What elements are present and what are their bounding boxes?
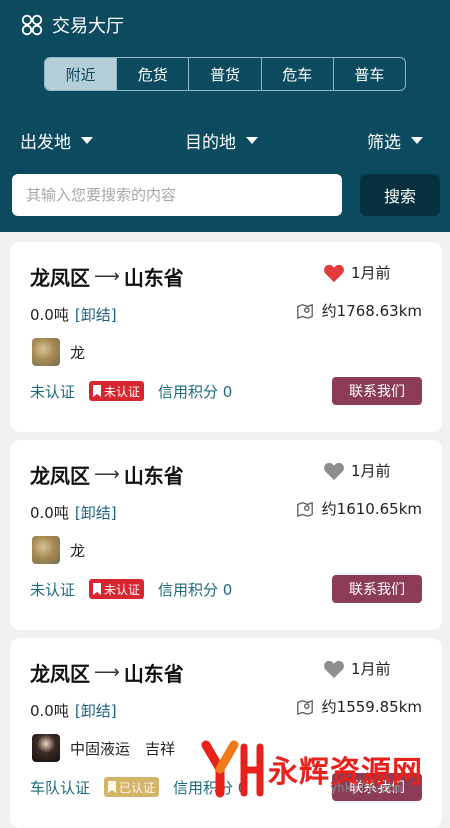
map-pin-icon (296, 501, 313, 517)
publisher: 龙 (32, 338, 85, 366)
publisher: 中固液运 吉祥 (32, 734, 175, 762)
route-to: 山东省 (123, 662, 184, 686)
auth-badge: 已认证 (104, 777, 160, 797)
favorite-time: 1月前 (323, 658, 391, 679)
bookmark-icon (93, 583, 102, 595)
route: 龙凤区 ⟶ 山东省 (30, 262, 184, 291)
route-arrow: ⟶ (94, 464, 120, 485)
card-footer: 未认证 未认证 信用积分 0 联系我们 (30, 377, 422, 405)
destination-label: 目的地 (185, 133, 236, 153)
publisher-name: 龙 (70, 343, 86, 362)
route-from: 龙凤区 (30, 464, 90, 488)
route-to: 山东省 (123, 464, 184, 488)
caret-down-icon (411, 137, 423, 144)
category-tabs: 附近 危货 普货 危车 普车 (44, 57, 406, 91)
route-arrow: ⟶ (94, 266, 120, 287)
weight-value: 0.0吨 (30, 702, 69, 720)
filter-label: 筛选 (367, 133, 401, 153)
publisher: 龙 (32, 536, 85, 564)
distance: 约1768.63km (296, 300, 422, 321)
listing-card[interactable]: 龙凤区 ⟶ 山东省 1月前 0.0吨 [卸结] 约1610.65km 龙 未认证… (10, 440, 442, 630)
avatar (32, 734, 60, 762)
page-title: 交易大厅 (52, 16, 124, 37)
contact-button[interactable]: 联系我们 (332, 377, 422, 405)
caret-down-icon (246, 137, 258, 144)
post-time: 1月前 (351, 462, 391, 480)
tab-dangerous-goods[interactable]: 危货 (117, 58, 190, 90)
auth-badge-label: 未认证 (104, 582, 141, 597)
contact-button[interactable]: 联系我们 (332, 575, 422, 603)
origin-label: 出发地 (20, 133, 71, 153)
settlement-type: [卸结] (74, 504, 117, 522)
map-pin-icon (296, 303, 313, 319)
auth-badge-label: 已认证 (119, 780, 156, 795)
distance-value: 约1768.63km (321, 302, 422, 320)
auth-badge: 未认证 (89, 579, 145, 599)
watermark-url: yhkjfj.com (330, 781, 403, 795)
tab-general-vehicles[interactable]: 普车 (334, 58, 405, 90)
weight-row: 0.0吨 [卸结] (30, 700, 117, 721)
search-input[interactable] (12, 174, 342, 216)
avatar (32, 536, 60, 564)
weight-row: 0.0吨 [卸结] (30, 502, 117, 523)
listing-card[interactable]: 龙凤区 ⟶ 山东省 1月前 0.0吨 [卸结] 约1768.63km 龙 未认证… (10, 242, 442, 432)
heart-icon[interactable] (323, 659, 345, 679)
settlement-type: [卸结] (74, 306, 117, 324)
route-from: 龙凤区 (30, 662, 90, 686)
favorite-time: 1月前 (323, 460, 391, 481)
destination-dropdown[interactable]: 目的地 (185, 128, 258, 153)
route-from: 龙凤区 (30, 266, 90, 290)
card-footer: 未认证 未认证 信用积分 0 联系我们 (30, 575, 422, 603)
tab-general-goods[interactable]: 普货 (189, 58, 262, 90)
post-time: 1月前 (351, 264, 391, 282)
heart-icon[interactable] (323, 461, 345, 481)
bookmark-icon (108, 781, 117, 793)
publisher-name: 龙 (70, 541, 86, 560)
route: 龙凤区 ⟶ 山东省 (30, 460, 184, 489)
favorite-time: 1月前 (323, 262, 391, 283)
auth-badge-label: 未认证 (104, 384, 141, 399)
origin-dropdown[interactable]: 出发地 (20, 128, 93, 153)
search-button[interactable]: 搜索 (360, 174, 440, 216)
weight-row: 0.0吨 [卸结] (30, 304, 117, 325)
post-time: 1月前 (351, 660, 391, 678)
publisher-name: 中固液运 吉祥 (70, 739, 176, 758)
distance: 约1559.85km (296, 696, 422, 717)
avatar (32, 338, 60, 366)
clover-icon (21, 14, 43, 36)
settlement-type: [卸结] (74, 702, 117, 720)
auth-status: 车队认证 (30, 778, 91, 797)
app-header: 交易大厅 附近 危货 普货 危车 普车 出发地 目的地 筛选 搜索 (0, 0, 450, 232)
auth-badge: 未认证 (89, 381, 145, 401)
map-pin-icon (296, 699, 313, 715)
route: 龙凤区 ⟶ 山东省 (30, 658, 184, 687)
auth-status: 未认证 (30, 382, 76, 401)
distance: 约1610.65km (296, 498, 422, 519)
filter-bar: 出发地 目的地 筛选 (0, 128, 450, 153)
watermark: 永辉资源网 yhkjfj.com (200, 737, 450, 800)
filter-dropdown[interactable]: 筛选 (367, 128, 423, 153)
distance-value: 约1610.65km (321, 500, 422, 518)
heart-icon[interactable] (323, 263, 345, 283)
credit-score: 信用积分 0 (158, 382, 233, 401)
distance-value: 约1559.85km (321, 698, 422, 716)
weight-value: 0.0吨 (30, 306, 69, 324)
route-to: 山东省 (123, 266, 184, 290)
tab-nearby[interactable]: 附近 (45, 58, 118, 90)
credit-score: 信用积分 0 (158, 580, 233, 599)
caret-down-icon (81, 137, 93, 144)
route-arrow: ⟶ (94, 662, 120, 683)
tab-dangerous-vehicles[interactable]: 危车 (262, 58, 334, 90)
bookmark-icon (93, 385, 102, 397)
auth-status: 未认证 (30, 580, 76, 599)
weight-value: 0.0吨 (30, 504, 69, 522)
watermark-logo-icon (201, 740, 264, 797)
title-row: 交易大厅 (20, 12, 124, 38)
